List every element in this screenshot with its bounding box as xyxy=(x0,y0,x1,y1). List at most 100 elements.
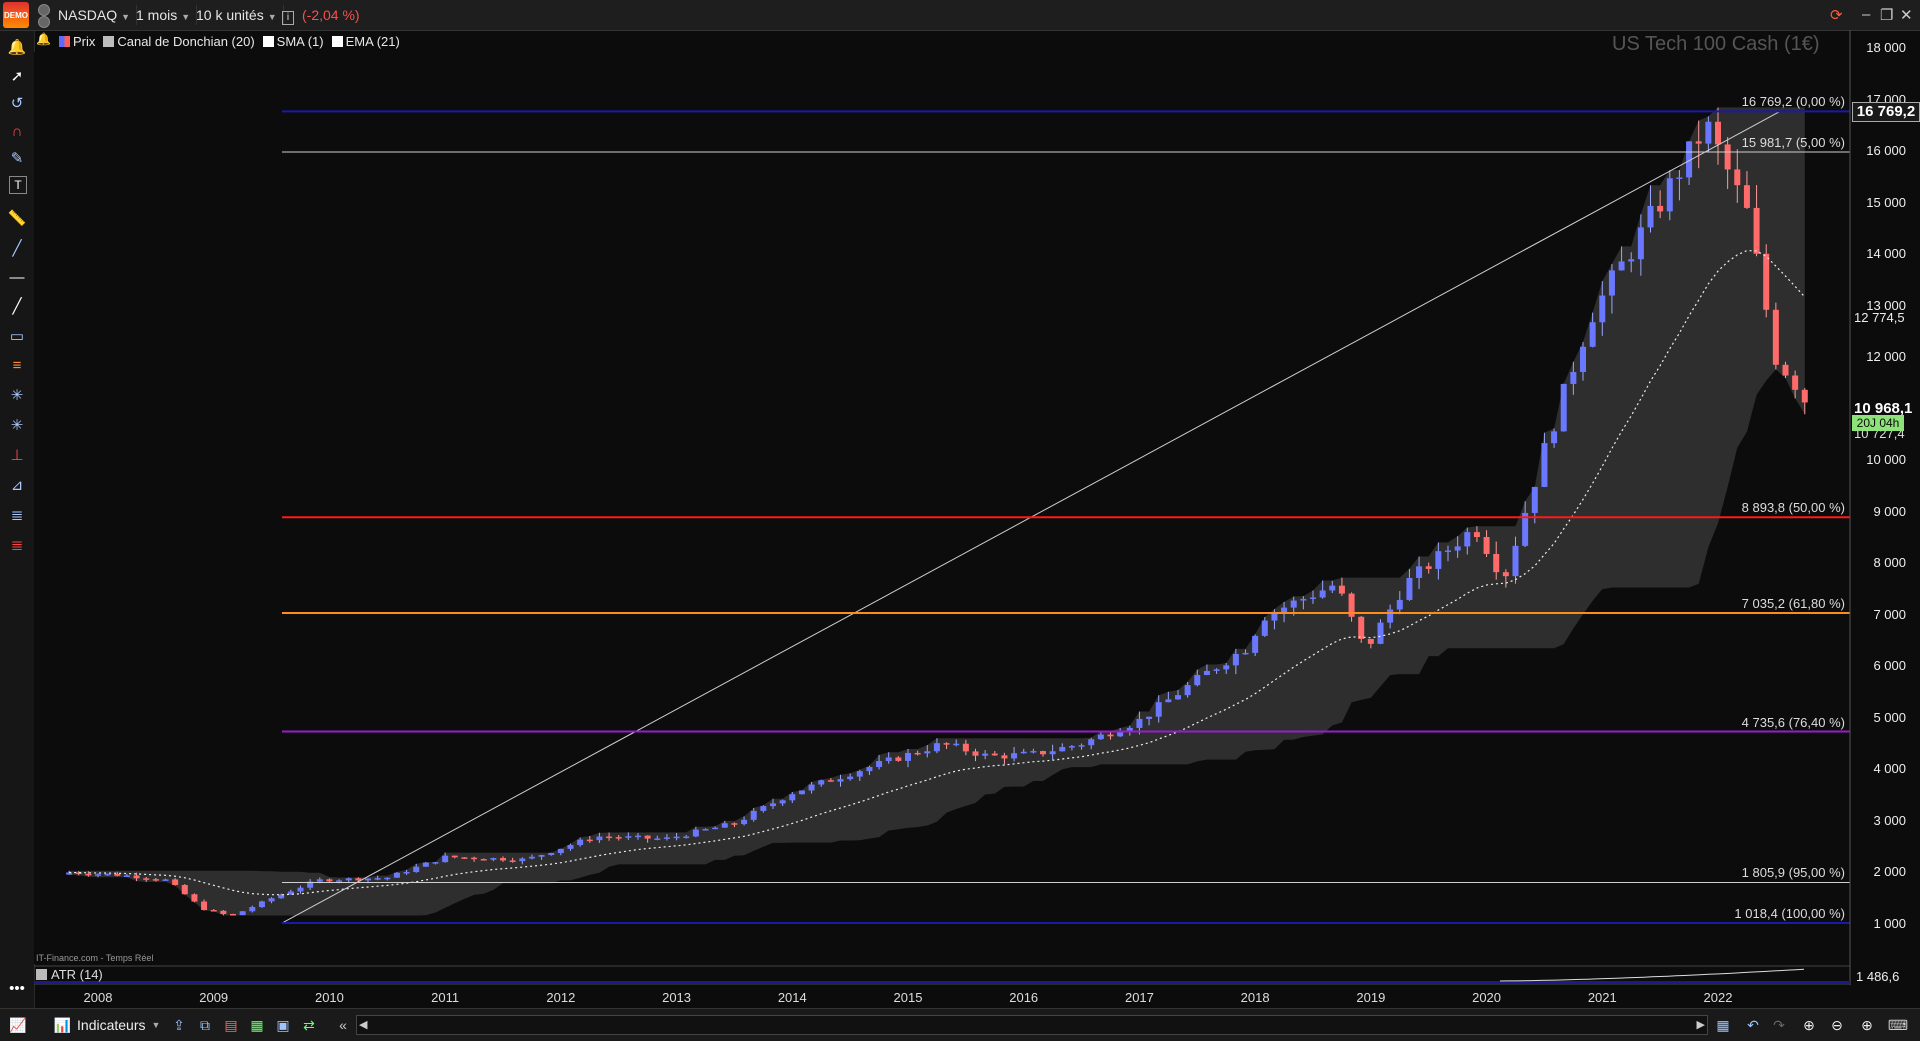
time-axis-label: 2022 xyxy=(1703,990,1733,1005)
indicators-icon: 📊 xyxy=(53,1016,72,1033)
candle-body xyxy=(1310,597,1316,599)
candle-body xyxy=(972,751,979,756)
share-icon[interactable]: ⇪ xyxy=(168,1014,190,1036)
fib-level-label: 8 893,8 (50,00 %) xyxy=(1741,500,1845,516)
candle-body xyxy=(1666,178,1673,212)
auto-zoom-icon[interactable]: ⊕ xyxy=(1798,1014,1820,1036)
time-axis-label: 2018 xyxy=(1240,990,1270,1005)
undo-icon[interactable]: ↶ xyxy=(1742,1014,1764,1036)
export-icon[interactable]: ⇄ xyxy=(298,1014,320,1036)
candle-body xyxy=(1203,670,1210,676)
candle-body xyxy=(365,878,371,881)
candle-body xyxy=(1599,295,1606,323)
candle-body xyxy=(1107,734,1114,737)
candle-body xyxy=(451,855,458,858)
candle-body xyxy=(615,837,622,839)
candle-body xyxy=(1300,598,1307,601)
time-axis-label: 2014 xyxy=(777,990,807,1005)
atr-line xyxy=(1499,968,1805,982)
candle-body xyxy=(1531,486,1538,513)
candle-body xyxy=(1049,751,1056,755)
candle-body xyxy=(1772,309,1779,365)
candle-body xyxy=(384,877,391,880)
candle-body xyxy=(943,743,950,745)
candle-body xyxy=(827,780,834,782)
candle-body xyxy=(1715,121,1721,145)
candle-body xyxy=(702,829,709,831)
candle-body xyxy=(856,771,863,777)
candle-body xyxy=(1011,753,1018,759)
chart-watermark: US Tech 100 Cash (1€) xyxy=(1612,33,1820,55)
candle-body xyxy=(1416,566,1423,578)
candle-body xyxy=(220,910,227,914)
candle-body xyxy=(1464,532,1471,547)
candle-body xyxy=(1184,685,1191,696)
time-axis-label: 2012 xyxy=(546,990,576,1005)
indicators-button[interactable]: 📊 Indicateurs ▼ xyxy=(52,1014,162,1036)
redo-icon[interactable]: ↷ xyxy=(1768,1014,1790,1036)
candle-body xyxy=(133,875,140,879)
candle-body xyxy=(1647,205,1654,228)
candle-body xyxy=(1406,577,1413,600)
candle-body xyxy=(66,872,73,875)
candle-body xyxy=(760,806,767,811)
fib-level-label: 15 981,7 (5,00 %) xyxy=(1741,135,1845,150)
candle-body xyxy=(1782,364,1789,376)
candle-body xyxy=(1560,383,1567,432)
candle-body xyxy=(1387,609,1394,623)
candle-body xyxy=(962,743,969,752)
price-axis-label: 4 000 xyxy=(1873,761,1906,777)
price-chart[interactable] xyxy=(0,0,1920,1008)
price-axis-label: 3 000 xyxy=(1873,812,1906,828)
horizontal-scrollbar[interactable]: ◀ ▶ xyxy=(356,1015,1708,1035)
candle-body xyxy=(1068,746,1075,748)
candle-body xyxy=(345,878,352,881)
candle-body xyxy=(683,836,690,838)
candle-body xyxy=(1570,372,1577,384)
candle-body xyxy=(1657,205,1664,212)
chart-style-icon[interactable]: 📈 xyxy=(4,1014,32,1036)
candle-body xyxy=(750,810,757,820)
candle-body xyxy=(982,753,989,756)
candle-body xyxy=(422,862,429,867)
calendar-icon[interactable]: ▦ xyxy=(1712,1014,1734,1036)
atr-indicator-label[interactable]: ATR (14) xyxy=(36,967,103,982)
scroll-left-icon[interactable]: ◀ xyxy=(359,1018,367,1031)
collapse-icon[interactable]: « xyxy=(336,1014,350,1036)
candle-body xyxy=(1734,169,1741,186)
price-axis-label: 8 000 xyxy=(1873,555,1906,571)
candle-body xyxy=(1040,751,1046,755)
candle-body xyxy=(953,743,960,746)
chevron-down-icon: ▼ xyxy=(151,1020,161,1030)
candle-body xyxy=(316,879,323,882)
candle-body xyxy=(1001,755,1008,759)
candle-body xyxy=(181,884,188,895)
candle-body xyxy=(230,913,236,916)
candle-body xyxy=(548,853,555,856)
candle-body xyxy=(1213,669,1220,671)
candle-body xyxy=(1580,346,1586,373)
keyboard-icon[interactable]: ⌨ xyxy=(1884,1014,1912,1036)
candle-body xyxy=(123,875,130,877)
print-icon[interactable]: ▤ xyxy=(220,1014,242,1036)
candle-body xyxy=(249,907,256,912)
candle-body xyxy=(1223,665,1230,670)
candle-body xyxy=(798,790,805,795)
candle-body xyxy=(509,860,516,862)
scroll-right-icon[interactable]: ▶ xyxy=(1697,1018,1705,1031)
template-icon[interactable]: ▦ xyxy=(246,1014,268,1036)
zoom-out-icon[interactable]: ⊖ xyxy=(1826,1014,1848,1036)
candle-body xyxy=(480,859,487,861)
bottom-toolbar: 📈 📊 Indicateurs ▼ ⇪ ⧉ ▤ ▦ ▣ ⇄ « ◀ ▶ ▦ ↶ ↷ … xyxy=(0,1008,1920,1041)
candle-body xyxy=(1078,745,1085,747)
screenshot-icon[interactable]: ▣ xyxy=(272,1014,294,1036)
copy-icon[interactable]: ⧉ xyxy=(194,1014,216,1036)
candle-body xyxy=(393,872,400,878)
time-axis-label: 2019 xyxy=(1356,990,1386,1005)
zoom-in-icon[interactable]: ⊕ xyxy=(1856,1014,1878,1036)
candle-body xyxy=(1194,675,1201,686)
candle-body xyxy=(1165,699,1172,703)
candle-body xyxy=(413,866,420,873)
candle-body xyxy=(297,887,304,892)
candle-body xyxy=(1676,177,1683,179)
